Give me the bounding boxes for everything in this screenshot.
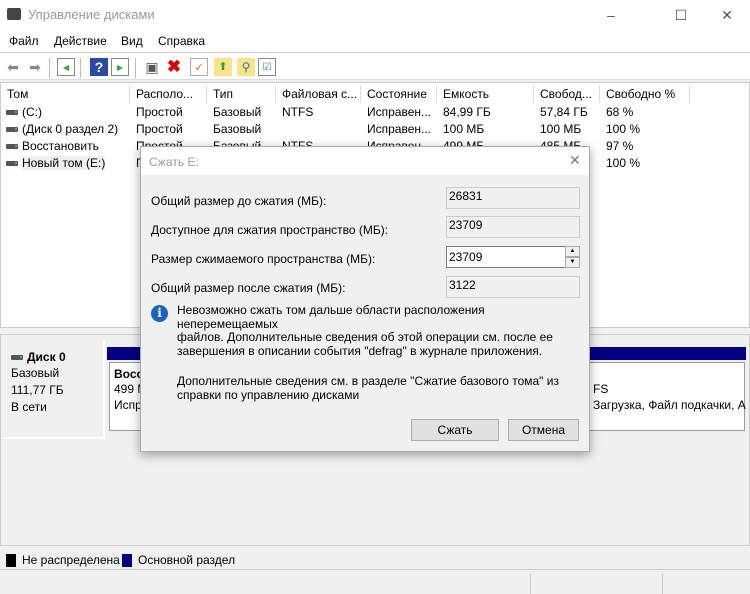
volume-icon — [6, 144, 18, 150]
shrink-amount-label: Размер сжимаемого пространства (МБ): — [151, 252, 376, 266]
table-cell: 97 % — [606, 139, 634, 153]
table-cell: Восстановить — [6, 138, 131, 155]
help-icon[interactable]: ? — [90, 58, 108, 76]
disk-type: Базовый — [11, 366, 60, 380]
legend-unallocated: Не распределена — [22, 553, 120, 567]
dialog-title: Сжать E: — [149, 155, 199, 169]
legend-primary: Основной раздел — [138, 553, 236, 567]
total-size-label: Общий размер до сжатия (МБ): — [151, 194, 327, 208]
shrink-amount-input[interactable]: 23709 — [446, 246, 566, 268]
info-text: Невозможно сжать том дальше области расп… — [177, 303, 553, 358]
table-cell: NTFS — [282, 105, 314, 119]
menu-help[interactable]: Справка — [158, 34, 205, 48]
legend-swatch-primary — [122, 554, 132, 567]
console-tree-icon[interactable]: ◀ — [57, 58, 75, 76]
table-cell: (C:) — [6, 104, 131, 121]
size-after-field: 3122 — [446, 276, 580, 298]
table-cell: 100 МБ — [540, 122, 582, 136]
table-cell: (Диск 0 раздел 2) — [6, 121, 131, 138]
toolbar: ⬅ ➡ ◀ ? ▶ ▣ ✖ ✓ ⬆ ⚲ ☑ — [0, 52, 750, 80]
cancel-button[interactable]: Отмена — [508, 419, 579, 441]
disk-management-icon — [7, 8, 21, 20]
disk-name: Диск 0 — [27, 350, 66, 364]
folder-up-icon[interactable]: ⬆ — [214, 58, 232, 76]
folder-search-icon[interactable]: ⚲ — [237, 58, 255, 76]
disk-size: 111,77 ГБ — [11, 383, 64, 397]
table-cell: 84,99 ГБ — [443, 105, 491, 119]
partition-status: Испр — [114, 398, 142, 412]
column-header[interactable]: Состояние — [361, 85, 437, 103]
column-header[interactable]: Свободно % — [600, 85, 690, 103]
column-header[interactable]: Тип — [207, 85, 276, 103]
window-title: Управление дисками — [28, 7, 155, 22]
minimize-button[interactable]: – — [588, 0, 634, 30]
title-bar: Управление дисками – ☐ ✕ — [0, 0, 750, 30]
menu-action[interactable]: Действие — [54, 34, 107, 48]
dialog-close-icon[interactable]: ✕ — [569, 152, 581, 169]
checklist-icon[interactable]: ☑ — [258, 58, 276, 76]
table-cell: Простой — [136, 105, 183, 119]
table-cell: Исправен... — [367, 105, 432, 119]
size-after-label: Общий размер после сжатия (МБ): — [151, 281, 346, 295]
available-space-label: Доступное для сжатия пространство (МБ): — [151, 223, 389, 237]
table-cell: Простой — [136, 122, 183, 136]
delete-icon[interactable]: ✖ — [165, 58, 183, 76]
table-cell: 100 МБ — [443, 122, 485, 136]
legend: Не распределена Основной раздел — [0, 548, 750, 570]
table-cell: 100 % — [606, 122, 641, 136]
partition-name: Восс — [114, 367, 144, 381]
menu-bar: Файл Действие Вид Справка — [0, 30, 750, 52]
help-text: Дополнительные сведения см. в разделе "С… — [177, 374, 559, 402]
menu-view[interactable]: Вид — [121, 34, 143, 48]
column-header[interactable]: Том — [1, 85, 130, 103]
legend-swatch-unallocated — [6, 554, 16, 567]
table-cell: Исправен... — [367, 122, 432, 136]
status-bar — [0, 572, 750, 594]
shrink-dialog: Сжать E: ✕ Общий размер до сжатия (МБ): … — [140, 146, 590, 452]
disk-0-label[interactable]: Диск 0 Базовый 111,77 ГБ В сети — [3, 341, 105, 439]
menu-file[interactable]: Файл — [9, 34, 39, 48]
column-header[interactable]: Емкость — [437, 85, 534, 103]
disk-icon — [11, 355, 23, 361]
table-cell: 100 % — [606, 156, 641, 170]
table-cell: Базовый — [213, 122, 262, 136]
back-icon[interactable]: ⬅ — [4, 58, 22, 76]
table-cell: Новый том (E:) — [6, 155, 131, 172]
table-cell: Базовый — [213, 105, 262, 119]
volume-icon — [6, 161, 18, 167]
partition-status: Загрузка, Файл подкачки, А — [593, 398, 746, 412]
table-row[interactable]: (Диск 0 раздел 2) Простой Базовый Исправен.… — [1, 121, 749, 138]
volume-icon — [6, 127, 18, 133]
properties-icon[interactable]: ✓ — [190, 58, 208, 76]
column-header[interactable]: Располо... — [130, 85, 207, 103]
column-header[interactable]: Свобод... — [534, 85, 600, 103]
table-cell: 68 % — [606, 105, 634, 119]
table-row[interactable]: (C:) Простой Базовый NTFS Исправен... 84,99 Г… — [1, 104, 749, 121]
available-space-field: 23709 — [446, 216, 580, 238]
maximize-button[interactable]: ☐ — [658, 0, 704, 30]
shrink-button[interactable]: Сжать — [411, 419, 499, 441]
action-pane-icon[interactable]: ▶ — [111, 58, 129, 76]
disk-status: В сети — [11, 400, 47, 414]
total-size-field: 26831 — [446, 187, 580, 209]
column-header[interactable]: Файловая с... — [276, 85, 361, 103]
close-button[interactable]: ✕ — [704, 0, 750, 30]
volume-icon — [6, 110, 18, 116]
dialog-title-bar: Сжать E: ✕ — [141, 147, 589, 175]
connect-disk-icon[interactable]: ▣ — [143, 58, 161, 76]
spin-down-button[interactable]: ▼ — [565, 257, 580, 268]
forward-icon[interactable]: ➡ — [26, 58, 44, 76]
spin-up-button[interactable]: ▲ — [565, 246, 580, 257]
info-icon: i — [151, 305, 168, 322]
partition-fs: FS — [593, 382, 609, 396]
table-cell: 57,84 ГБ — [540, 105, 588, 119]
